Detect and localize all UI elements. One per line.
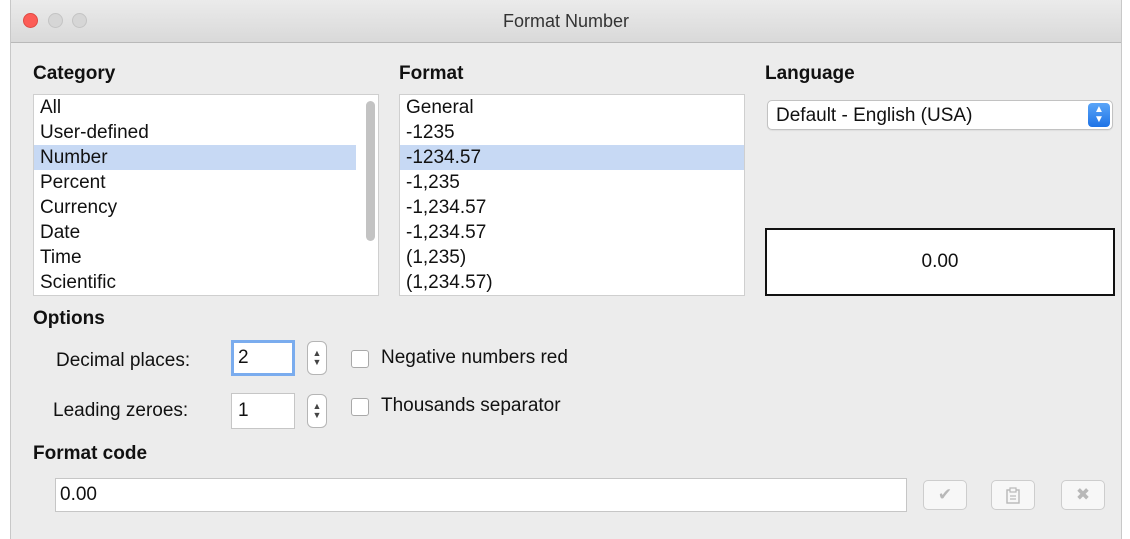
format-item[interactable]: -1,234.57: [400, 195, 744, 220]
options-heading: Options: [33, 308, 105, 329]
edit-comment-icon: [1005, 485, 1021, 504]
format-list[interactable]: General -1235 -1234.57 -1,235 -1,234.57 …: [399, 94, 745, 296]
format-item[interactable]: -1235: [400, 120, 744, 145]
format-item-selected[interactable]: -1234.57: [400, 145, 744, 170]
leading-zeroes-stepper[interactable]: ▲ ▼: [307, 394, 327, 428]
decimal-places-stepper[interactable]: ▲ ▼: [307, 341, 327, 375]
title-bar: Format Number: [11, 0, 1121, 43]
format-heading: Format: [399, 63, 464, 84]
decimal-places-label: Decimal places:: [56, 350, 191, 371]
leading-zeroes-input[interactable]: 1: [231, 393, 295, 429]
language-heading: Language: [765, 63, 855, 84]
category-item-percent[interactable]: Percent: [34, 170, 378, 195]
checkmark-icon: ✔: [937, 485, 953, 504]
category-item-currency[interactable]: Currency: [34, 195, 378, 220]
window-title: Format Number: [502, 11, 630, 31]
thousands-separator-checkbox[interactable]: [351, 398, 369, 416]
accept-button[interactable]: ✔: [923, 480, 967, 510]
decimal-places-input[interactable]: 2: [231, 340, 295, 376]
format-item[interactable]: (1,234.57): [400, 270, 744, 295]
language-select-value: Default - English (USA): [776, 105, 973, 126]
format-preview: 0.00: [765, 228, 1115, 296]
format-item[interactable]: (1,235): [400, 245, 744, 270]
language-select[interactable]: Default - English (USA) ▲ ▼: [767, 100, 1113, 130]
format-item[interactable]: -1,234.57: [400, 220, 744, 245]
category-item-scientific[interactable]: Scientific: [34, 270, 378, 295]
format-code-input[interactable]: 0.00: [55, 478, 907, 512]
category-scrollbar[interactable]: [366, 101, 375, 241]
format-code-heading: Format code: [33, 443, 148, 464]
chevron-down-icon[interactable]: ▼: [308, 358, 326, 367]
leading-zeroes-label: Leading zeroes:: [53, 400, 189, 421]
format-item[interactable]: General: [400, 95, 744, 120]
thousands-separator-label: Thousands separator: [381, 395, 561, 416]
delete-x-icon: ✖: [1075, 485, 1091, 504]
category-item-time[interactable]: Time: [34, 245, 378, 270]
format-item[interactable]: -1,235: [400, 170, 744, 195]
negative-numbers-red-checkbox[interactable]: [351, 350, 369, 368]
category-item-user-defined[interactable]: User-defined: [34, 120, 378, 145]
category-heading: Category: [33, 63, 116, 84]
delete-button[interactable]: ✖: [1061, 480, 1105, 510]
category-item-all[interactable]: All: [34, 95, 378, 120]
category-item-number[interactable]: Number: [34, 145, 356, 170]
edit-comment-button[interactable]: [991, 480, 1035, 510]
chevron-updown-icon: ▲ ▼: [1088, 103, 1110, 127]
negative-numbers-red-label: Negative numbers red: [381, 347, 568, 368]
chevron-down-icon[interactable]: ▼: [308, 411, 326, 420]
format-number-dialog: Format Number Category All User-defined …: [10, 0, 1122, 539]
category-list[interactable]: All User-defined Number Percent Currency…: [33, 94, 379, 296]
category-item-date[interactable]: Date: [34, 220, 378, 245]
